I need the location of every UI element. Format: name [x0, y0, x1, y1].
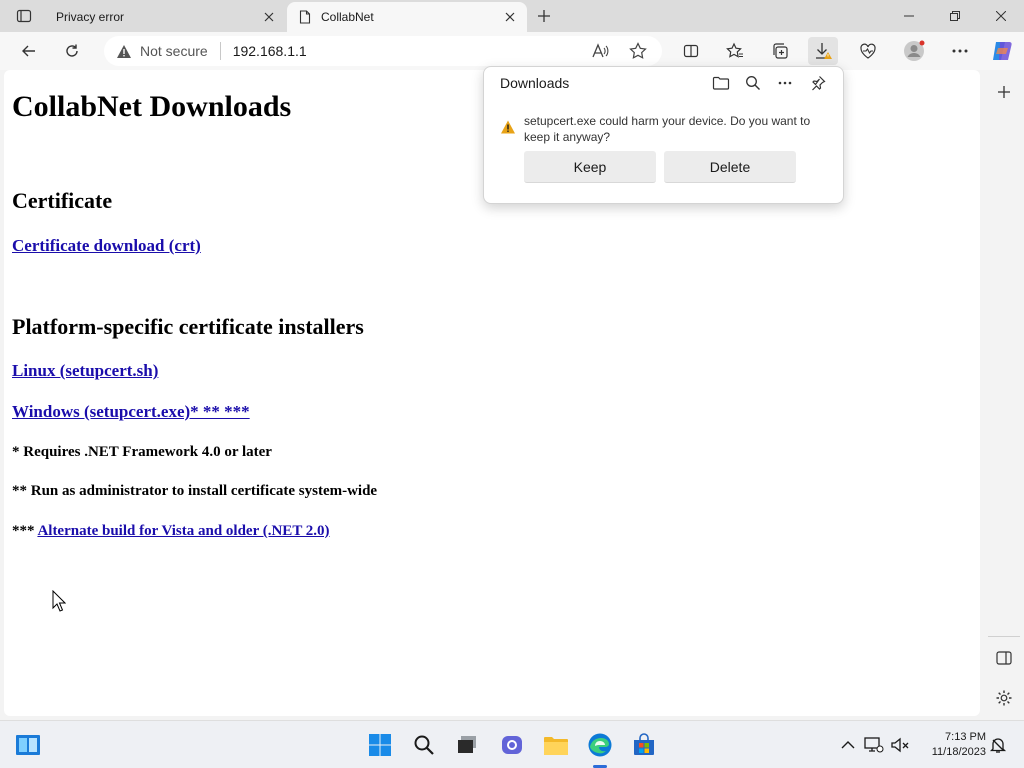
- tab-collabnet[interactable]: CollabNet: [287, 2, 527, 32]
- close-tab-icon[interactable]: [258, 6, 280, 28]
- url-text[interactable]: 192.168.1.1: [233, 43, 307, 59]
- browser-essentials-icon[interactable]: [853, 37, 883, 65]
- refresh-icon[interactable]: [57, 37, 87, 65]
- tab-privacy-error[interactable]: Privacy error: [44, 2, 286, 32]
- edge-sidebar: [984, 70, 1024, 720]
- installers-heading: Platform-specific certificate installers: [12, 314, 364, 339]
- toolbar: Not secure 192.168.1.1: [0, 32, 1024, 70]
- clock[interactable]: 7:13 PM 11/18/2023: [916, 730, 986, 760]
- sidebar-settings-gear-icon[interactable]: [992, 686, 1016, 710]
- windows-installer-link[interactable]: Windows (setupcert.exe)* ** ***: [12, 402, 250, 422]
- tab-actions-icon[interactable]: [8, 4, 40, 28]
- security-label: Not secure: [140, 43, 208, 59]
- favorites-icon[interactable]: [720, 37, 750, 65]
- address-separator: [219, 42, 221, 60]
- microsoft-store-icon[interactable]: [630, 731, 658, 759]
- restore-icon[interactable]: [932, 0, 978, 32]
- tab-title: Privacy error: [56, 10, 125, 24]
- profile-avatar-icon[interactable]: [899, 37, 929, 65]
- favorite-star-icon[interactable]: [626, 40, 650, 62]
- copilot-icon[interactable]: [987, 37, 1017, 65]
- hide-sidebar-icon[interactable]: [992, 646, 1016, 670]
- back-icon[interactable]: [14, 37, 44, 65]
- download-warning-message: setupcert.exe could harm your device. Do…: [524, 114, 811, 144]
- close-window-icon[interactable]: [978, 0, 1024, 32]
- mouse-cursor-icon: [52, 590, 66, 612]
- note-alternate-build: *** Alternate build for Vista and older …: [12, 523, 330, 540]
- delete-button[interactable]: Delete: [664, 151, 796, 183]
- security-indicator[interactable]: Not secure: [104, 43, 208, 59]
- show-hidden-icons-chevron-icon[interactable]: [838, 735, 858, 755]
- more-menu-icon[interactable]: [945, 37, 975, 65]
- minimize-icon[interactable]: [886, 0, 932, 32]
- file-explorer-icon[interactable]: [542, 731, 570, 759]
- network-icon[interactable]: [864, 735, 884, 755]
- warning-icon: [501, 120, 515, 134]
- notifications-icon[interactable]: [988, 735, 1008, 755]
- taskbar: 7:13 PM 11/18/2023: [0, 720, 1024, 768]
- note-dotnet-requirement: * Requires .NET Framework 4.0 or later: [12, 444, 272, 460]
- downloads-panel-title: Downloads: [500, 75, 570, 91]
- certificate-download-link[interactable]: Certificate download (crt): [12, 236, 201, 256]
- downloads-icon[interactable]: [808, 37, 838, 65]
- linux-installer-link[interactable]: Linux (setupcert.sh): [12, 361, 158, 381]
- note-run-as-admin: ** Run as administrator to install certi…: [12, 483, 378, 499]
- warning-icon: [117, 44, 131, 58]
- downloads-panel: Downloads setupcert.exe could harm your …: [483, 66, 844, 204]
- tab-strip: Privacy error CollabNet: [0, 0, 1024, 32]
- new-tab-icon[interactable]: [532, 4, 556, 28]
- collections-icon[interactable]: [765, 37, 795, 65]
- clock-date: 11/18/2023: [931, 746, 986, 758]
- read-aloud-icon[interactable]: [588, 40, 612, 62]
- search-icon[interactable]: [742, 73, 764, 93]
- edge-browser-icon[interactable]: [586, 731, 614, 759]
- page-title: CollabNet Downloads: [12, 90, 292, 123]
- pin-icon[interactable]: [807, 73, 829, 93]
- alternate-build-link[interactable]: Alternate build for Vista and older (.NE…: [37, 523, 329, 539]
- certificate-heading: Certificate: [12, 188, 113, 213]
- task-view-icon[interactable]: [453, 731, 481, 759]
- more-options-icon[interactable]: [774, 73, 796, 93]
- split-screen-icon[interactable]: [676, 37, 706, 65]
- search-icon[interactable]: [410, 731, 438, 759]
- volume-muted-icon[interactable]: [890, 735, 910, 755]
- keep-button[interactable]: Keep: [524, 151, 656, 183]
- clock-time: 7:13 PM: [945, 731, 986, 743]
- sidebar-divider: [988, 636, 1020, 637]
- open-folder-icon[interactable]: [710, 73, 732, 93]
- close-tab-icon[interactable]: [499, 6, 521, 28]
- add-sidebar-app-icon[interactable]: [992, 80, 1016, 104]
- teams-chat-icon[interactable]: [498, 731, 526, 759]
- note-prefix: ***: [12, 523, 35, 539]
- widgets-icon[interactable]: [14, 731, 42, 759]
- tab-title: CollabNet: [321, 10, 374, 24]
- page-icon: [299, 10, 311, 24]
- start-windows-icon[interactable]: [366, 731, 394, 759]
- address-bar[interactable]: Not secure 192.168.1.1: [104, 36, 662, 66]
